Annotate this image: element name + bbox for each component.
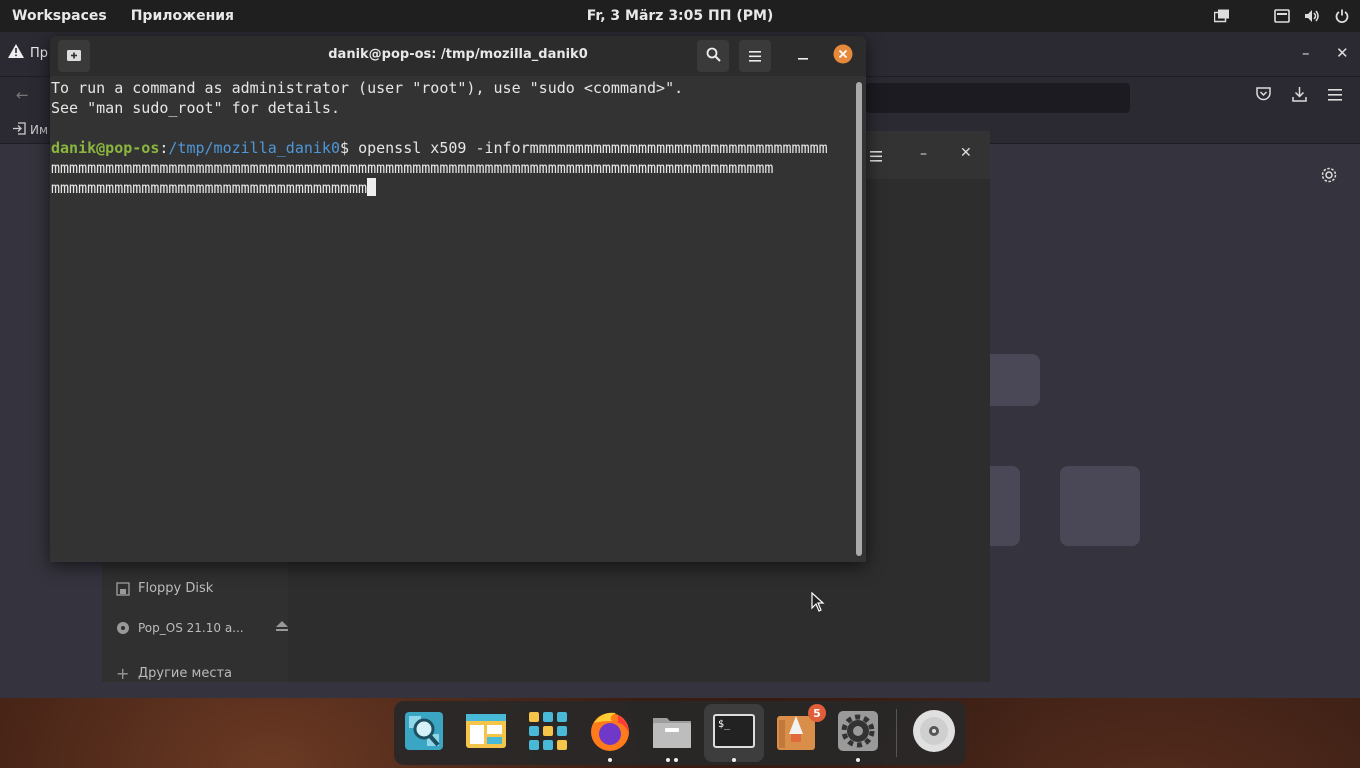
keyboard-icon[interactable] bbox=[1274, 8, 1290, 24]
firefox-close-button[interactable]: ✕ bbox=[1336, 44, 1349, 62]
terminal-scrollbar[interactable] bbox=[856, 82, 862, 556]
firefox-tab[interactable]: Пр bbox=[8, 44, 48, 62]
hamburger-menu-icon bbox=[749, 47, 761, 66]
dock-settings[interactable] bbox=[836, 711, 880, 755]
back-arrow-icon[interactable]: ← bbox=[16, 86, 29, 104]
top-panel: Workspaces Приложения Fr, 3 März 3:05 ПП… bbox=[0, 0, 1360, 32]
close-icon bbox=[833, 44, 853, 68]
sidebar-item-label: Pop_OS 21.10 a... bbox=[138, 620, 244, 635]
firefox-tab-label: Пр bbox=[30, 45, 49, 61]
downloads-icon[interactable] bbox=[1292, 86, 1307, 106]
sidebar-item-label: Другие места bbox=[138, 666, 233, 681]
folder-icon bbox=[651, 710, 693, 756]
import-icon bbox=[12, 122, 26, 138]
pocket-icon[interactable] bbox=[1256, 87, 1271, 105]
terminal-menu-button[interactable] bbox=[739, 40, 771, 72]
shortcut-tile[interactable] bbox=[990, 466, 1020, 546]
floppy-icon bbox=[116, 581, 130, 596]
terminal-icon: $_ bbox=[713, 714, 755, 752]
prompt-user: danik@pop-os bbox=[51, 139, 160, 157]
command-continuation-cursor-line: mmmmmmmmmmmmmmmmmmmmmmmmmmmmmmmmmmm bbox=[51, 178, 853, 198]
volume-icon[interactable] bbox=[1304, 8, 1320, 24]
workspaces-button[interactable]: Workspaces bbox=[0, 0, 119, 32]
text-cursor bbox=[367, 178, 377, 196]
running-indicator bbox=[608, 758, 612, 762]
prompt-dollar: $ bbox=[340, 139, 359, 157]
command-continuation: mmmmmmmmmmmmmmmmmmmmmmmmmmmmmmmmmmm bbox=[51, 179, 368, 197]
sidebar-item-floppy[interactable]: Floppy Disk bbox=[116, 581, 213, 596]
terminal-prompt-line: danik@pop-os:/tmp/mozilla_danik0$ openss… bbox=[51, 138, 853, 158]
warning-icon bbox=[8, 44, 24, 62]
svg-text:$_: $_ bbox=[718, 719, 731, 730]
disc-icon bbox=[912, 709, 956, 757]
sidebar-item-label: Floppy Disk bbox=[138, 581, 214, 596]
running-indicator bbox=[732, 758, 736, 762]
window-app-icon bbox=[465, 710, 507, 756]
hamburger-menu-icon[interactable] bbox=[1328, 87, 1342, 105]
shortcut-tile[interactable] bbox=[1060, 466, 1140, 546]
gear-icon[interactable] bbox=[1320, 166, 1338, 188]
firefox-icon bbox=[588, 709, 632, 757]
running-indicator bbox=[666, 758, 670, 762]
prompt-path: /tmp/mozilla_danik0 bbox=[168, 139, 340, 157]
minimize-icon bbox=[798, 47, 808, 66]
dock-app-grid[interactable] bbox=[526, 711, 570, 755]
dock-file-manager[interactable] bbox=[650, 711, 694, 755]
app-grid-icon bbox=[527, 710, 569, 756]
terminal-line: To run a command as administrator (user … bbox=[51, 79, 684, 97]
search-icon bbox=[706, 47, 721, 66]
power-icon[interactable] bbox=[1334, 8, 1350, 24]
plus-icon: + bbox=[116, 663, 130, 683]
dock-search-app[interactable] bbox=[402, 711, 446, 755]
shortcut-tile[interactable] bbox=[990, 354, 1040, 406]
dock-firefox[interactable] bbox=[588, 711, 632, 755]
terminal-window: danik@pop-os: /tmp/mozilla_danik0 To run… bbox=[50, 36, 866, 562]
running-indicator bbox=[856, 758, 860, 762]
magnifier-app-icon bbox=[403, 710, 445, 756]
dock-files-app[interactable] bbox=[464, 711, 508, 755]
sidebar-item-popos[interactable]: Pop_OS 21.10 a... bbox=[116, 620, 288, 635]
applications-button[interactable]: Приложения bbox=[119, 0, 246, 32]
dock-disc[interactable] bbox=[912, 709, 956, 757]
disc-icon bbox=[116, 621, 130, 635]
firefox-minimize-button[interactable]: – bbox=[1302, 44, 1310, 62]
firefox-url-bar[interactable] bbox=[866, 83, 1130, 113]
window-switcher-icon[interactable] bbox=[1214, 8, 1230, 24]
dock: $_ bbox=[394, 701, 966, 765]
dock-separator bbox=[896, 709, 897, 757]
dock-terminal[interactable]: $_ bbox=[704, 704, 764, 762]
files-close-button[interactable]: ✕ bbox=[960, 145, 972, 161]
terminal-minimize-button[interactable] bbox=[787, 40, 819, 72]
eject-icon[interactable] bbox=[275, 620, 288, 635]
system-tray[interactable] bbox=[1214, 0, 1350, 32]
terminal-close-button[interactable] bbox=[827, 40, 859, 72]
sidebar-item-other-locations[interactable]: + Другие места bbox=[116, 663, 233, 683]
files-menu-icon[interactable] bbox=[870, 147, 882, 166]
terminal-output[interactable]: To run a command as administrator (user … bbox=[50, 76, 854, 562]
terminal-search-button[interactable] bbox=[697, 40, 729, 72]
bookmark-label: Им bbox=[30, 123, 49, 137]
terminal-line: See "man sudo_root" for details. bbox=[51, 99, 340, 117]
gear-icon bbox=[837, 710, 879, 756]
command-continuation: mmmmmmmmmmmmmmmmmmmmmmmmmmmmmmmmmmmmmmmm… bbox=[51, 159, 774, 177]
import-bookmarks-button[interactable]: Им bbox=[12, 122, 48, 138]
files-minimize-button[interactable]: – bbox=[920, 146, 927, 162]
command-text: openssl x509 -informmmmmmmmmmmmmmmmmmmmm… bbox=[358, 139, 828, 157]
terminal-headerbar: danik@pop-os: /tmp/mozilla_danik0 bbox=[50, 36, 866, 76]
mouse-pointer-icon bbox=[811, 591, 825, 616]
running-indicator bbox=[674, 758, 678, 762]
notification-badge: 5 bbox=[808, 704, 826, 722]
